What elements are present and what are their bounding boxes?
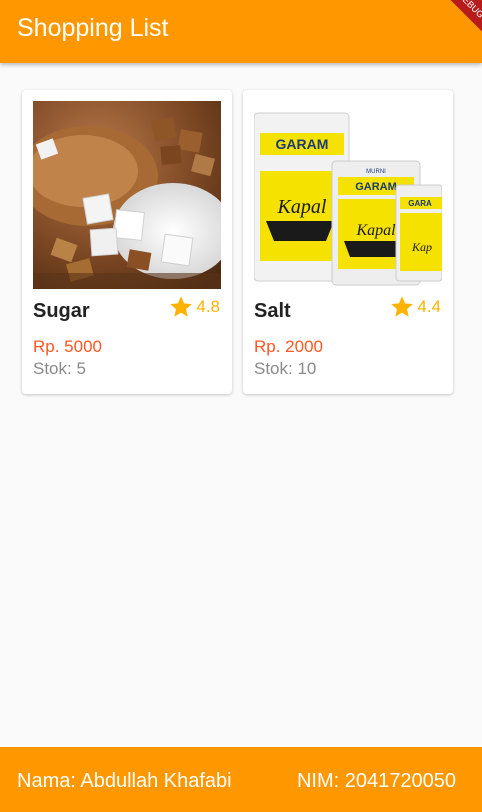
star-icon bbox=[170, 296, 193, 317]
product-card-salt[interactable]: GARAM Kapal MURNI GARAM Kapal GARA Kap S… bbox=[243, 90, 453, 394]
product-price: Rp. 2000 bbox=[254, 337, 323, 356]
rating-value: 4.4 bbox=[417, 297, 441, 316]
footer-nim: NIM: 2041720050 bbox=[296, 770, 456, 792]
product-stock: Stok: 10 bbox=[254, 359, 317, 378]
svg-text:GARAM: GARAM bbox=[276, 136, 329, 152]
rating-value: 4.8 bbox=[196, 297, 220, 316]
star-icon bbox=[391, 296, 414, 317]
app-root: Shopping List DEBUG Sugar 4.8 Rp. 5000 S… bbox=[0, 0, 482, 812]
svg-text:Kap: Kap bbox=[411, 240, 432, 254]
product-name: Sugar bbox=[33, 300, 90, 322]
svg-text:GARA: GARA bbox=[408, 199, 432, 208]
footer-bar: Nama: Abdullah Khafabi NIM: 2041720050 bbox=[0, 747, 482, 812]
product-rating: 4.4 bbox=[389, 294, 441, 320]
footer-name: Nama: Abdullah Khafabi bbox=[17, 770, 232, 792]
product-name: Salt bbox=[254, 300, 291, 322]
product-card-sugar[interactable]: Sugar 4.8 Rp. 5000 Stok: 5 bbox=[22, 90, 232, 394]
svg-text:Kapal: Kapal bbox=[355, 222, 396, 239]
product-price: Rp. 5000 bbox=[33, 337, 102, 356]
page-title: Shopping List bbox=[17, 14, 169, 42]
svg-text:GARAM: GARAM bbox=[355, 181, 397, 193]
svg-text:MURNI: MURNI bbox=[366, 169, 386, 175]
product-stock: Stok: 5 bbox=[33, 359, 86, 378]
app-bar: Shopping List DEBUG bbox=[0, 0, 482, 63]
product-rating: 4.8 bbox=[168, 294, 220, 320]
svg-text:Kapal: Kapal bbox=[277, 196, 327, 218]
product-image-salt: GARAM Kapal MURNI GARAM Kapal GARA Kap bbox=[254, 101, 442, 289]
product-image-sugar bbox=[33, 101, 221, 289]
debug-banner: DEBUG bbox=[438, 0, 482, 38]
